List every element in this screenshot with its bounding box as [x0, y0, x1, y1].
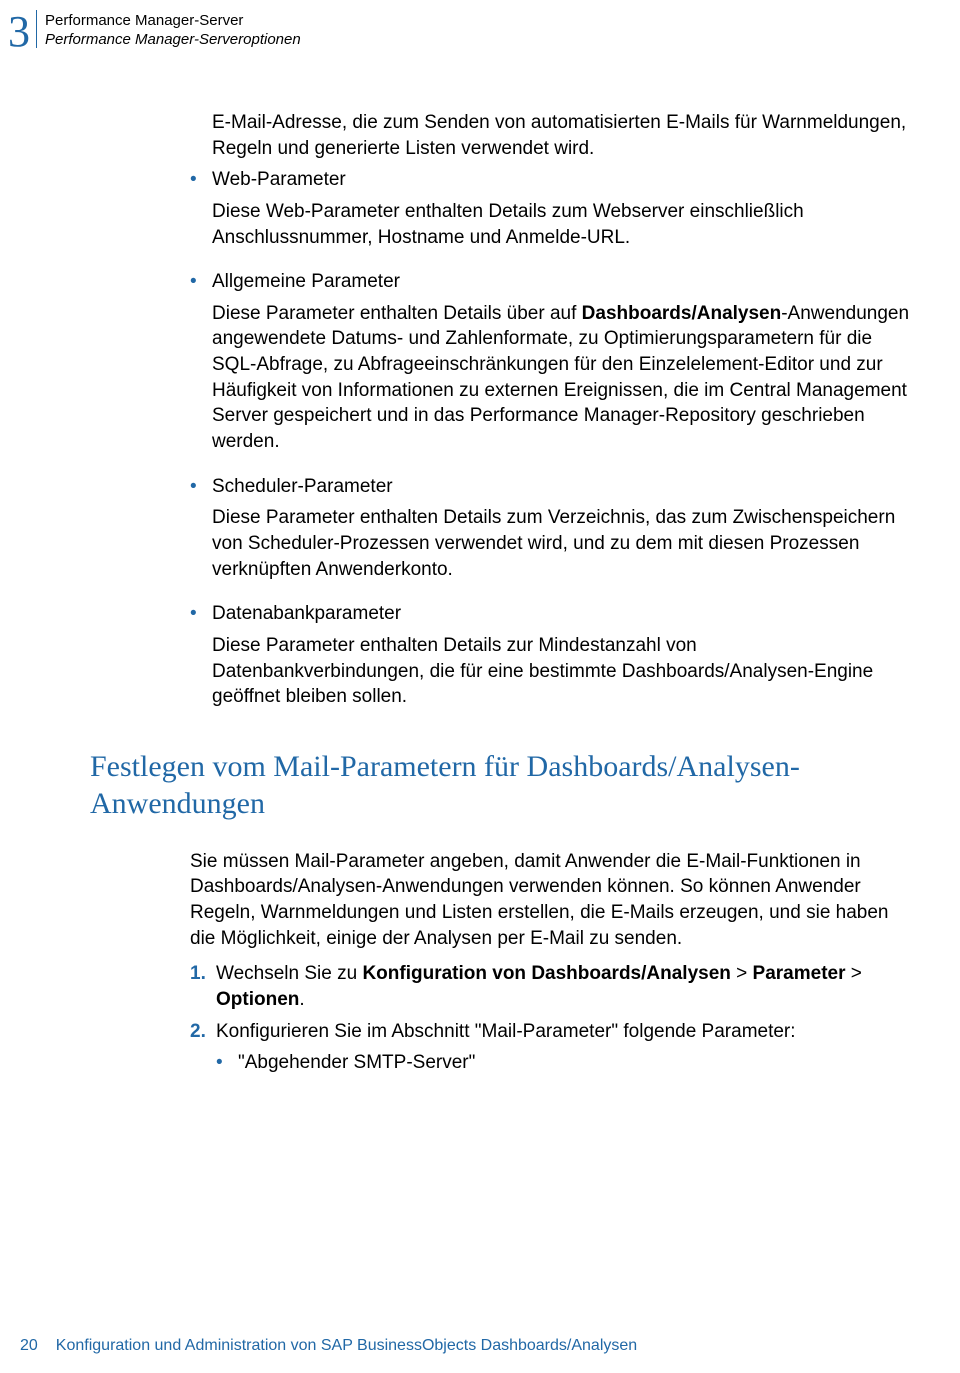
bullet-description: Diese Parameter enthalten Details über a… [212, 301, 910, 455]
bullet-icon: • [190, 167, 212, 193]
text: > [731, 963, 753, 984]
step-text: Wechseln Sie zu Konfiguration von Dashbo… [216, 961, 910, 1012]
bullet-description: Diese Parameter enthalten Details zur Mi… [212, 633, 910, 710]
list-item: • Web-Parameter Diese Web-Parameter enth… [190, 167, 910, 250]
list-item: • Allgemeine Parameter Diese Parameter e… [190, 269, 910, 454]
step-item: 2. Konfigurieren Sie im Abschnitt "Mail-… [190, 1019, 910, 1045]
bullet-label: Scheduler-Parameter [212, 474, 910, 500]
body-content: E-Mail-Adresse, die zum Senden von autom… [190, 110, 910, 1076]
bullet-label: Web-Parameter [212, 167, 910, 193]
header-subtitle: Performance Manager-Serveroptionen [45, 31, 301, 48]
step-text: Konfigurieren Sie im Abschnitt "Mail-Par… [216, 1019, 910, 1045]
step-number: 1. [190, 961, 216, 987]
inner-item-text: "Abgehender SMTP-Server" [238, 1050, 475, 1076]
inner-list: • "Abgehender SMTP-Server" [216, 1050, 910, 1076]
bullet-description: Diese Web-Parameter enthalten Details zu… [212, 199, 910, 250]
text: Wechseln Sie zu [216, 963, 362, 984]
bullet-icon: • [190, 474, 212, 500]
bold-text: Parameter [753, 963, 846, 984]
bullet-description: Diese Parameter enthalten Details zum Ve… [212, 505, 910, 582]
step-item: 1. Wechseln Sie zu Konfiguration von Das… [190, 961, 910, 1012]
bullet-icon: • [190, 269, 212, 295]
bullet-icon: • [190, 601, 212, 627]
footer-text: Konfiguration und Administration von SAP… [56, 1337, 637, 1354]
page-header: 3 Performance Manager-Server Performance… [8, 10, 301, 54]
bullet-icon: • [216, 1050, 238, 1076]
bold-text: Konfiguration von Dashboards/Analysen [362, 963, 730, 984]
inner-list-item: • "Abgehender SMTP-Server" [216, 1050, 910, 1076]
text: > [846, 963, 862, 984]
list-item: • Scheduler-Parameter Diese Parameter en… [190, 474, 910, 583]
bold-text: Optionen [216, 989, 299, 1010]
step-number: 2. [190, 1019, 216, 1045]
text: Diese Parameter enthalten Details über a… [212, 303, 582, 324]
bold-text: Dashboards/Analysen [582, 303, 782, 324]
text: -Anwendungen angewendete Datums- und Zah… [212, 303, 909, 452]
page-number: 20 [20, 1337, 38, 1354]
bullet-label: Allgemeine Parameter [212, 269, 910, 295]
section-heading: Festlegen vom Mail-Parametern für Dashbo… [90, 748, 910, 823]
steps-list: 1. Wechseln Sie zu Konfiguration von Das… [190, 961, 910, 1044]
parameter-list: • Web-Parameter Diese Web-Parameter enth… [190, 167, 910, 710]
chapter-number: 3 [8, 10, 30, 54]
bullet-label: Datenabankparameter [212, 601, 910, 627]
section-paragraph: Sie müssen Mail-Parameter angeben, damit… [190, 849, 910, 952]
list-item: • Datenabankparameter Diese Parameter en… [190, 601, 910, 710]
header-title: Performance Manager-Server [45, 12, 301, 29]
page-footer: 20 Konfiguration und Administration von S… [20, 1337, 637, 1355]
text: . [299, 989, 304, 1010]
intro-paragraph: E-Mail-Adresse, die zum Senden von autom… [212, 110, 910, 161]
